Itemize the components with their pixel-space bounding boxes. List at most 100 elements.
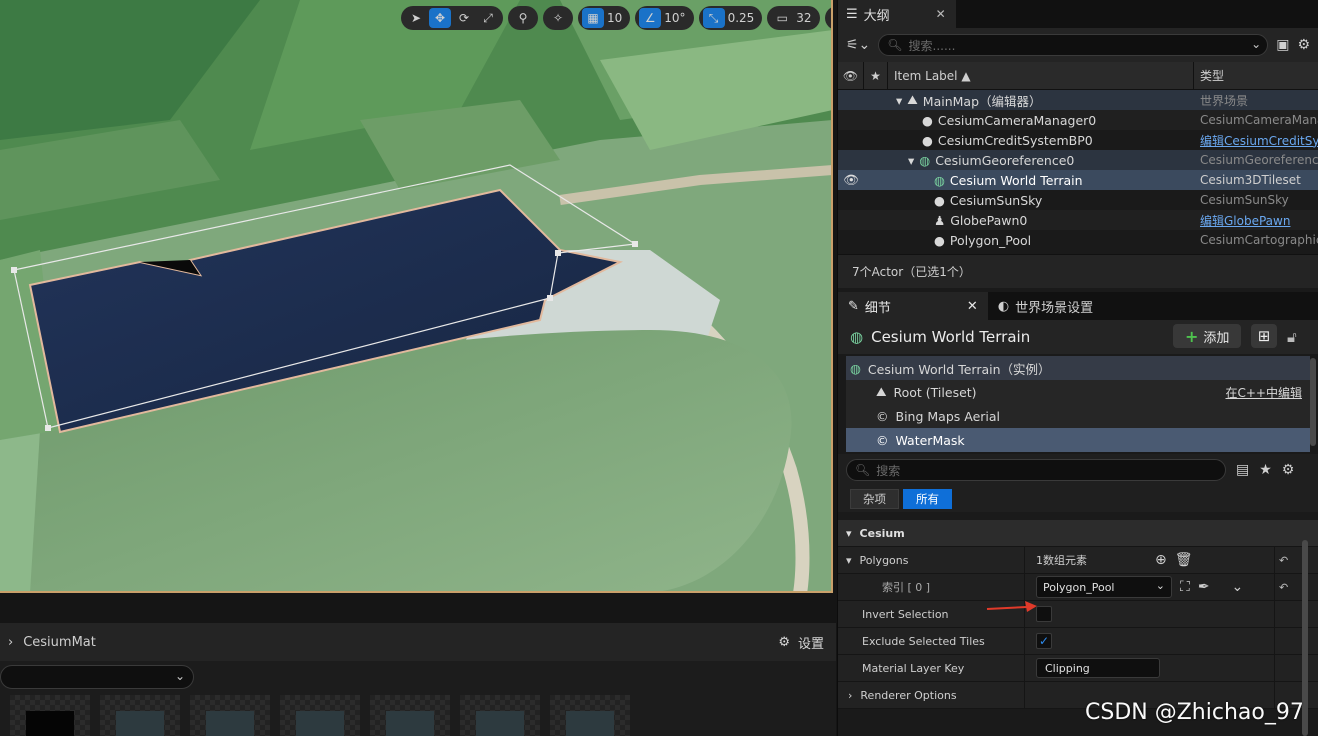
asset-thumbnail[interactable] [280, 695, 360, 736]
search-icon: 🔍︎ [855, 463, 871, 477]
asset-thumbnail[interactable] [550, 695, 630, 736]
blueprint-button[interactable]: ⊞ [1251, 324, 1277, 348]
property-label: Material Layer Key [862, 661, 965, 675]
component-row[interactable]: © Bing Maps Aerial [846, 404, 1310, 428]
row-label: Cesium World Terrain [949, 172, 1083, 188]
expand-arrow-icon[interactable]: › [848, 689, 852, 702]
outliner-search-row: ⚟⌄ 🔍︎ 搜索...... ⌄ ▣ ⚙ [838, 28, 1318, 62]
col-type[interactable]: 类型 [1194, 67, 1224, 84]
level-viewport[interactable]: ➤ ✥ ⟳ ⤢ ⚲ ✧ ▦ 10 ∠ 10° ⤡ 0.25 ▭ 32 ⊞ [0, 0, 833, 593]
row-label: CesiumCreditSystemBP0 [937, 132, 1093, 148]
asset-thumbnail[interactable] [10, 695, 90, 736]
outliner-row[interactable]: ♟ GlobePawn0 编辑GlobePawn [838, 210, 1318, 230]
search-icon: 🔍︎ [887, 38, 903, 52]
details-title: Cesium World Terrain [871, 328, 1031, 346]
trash-icon[interactable]: 🗑︎ [1175, 552, 1193, 568]
star-icon[interactable]: ★ [1259, 462, 1272, 478]
polygon-actor-combo[interactable]: Polygon_Pool ⌄ [1036, 576, 1172, 598]
component-row[interactable]: ◍ Cesium World Terrain（实例） [846, 356, 1310, 380]
search-placeholder: 搜索 [876, 463, 901, 478]
move-tool-icon[interactable]: ✥ [429, 8, 451, 28]
table-view-icon[interactable]: ▤ [1236, 462, 1249, 478]
material-layer-key-field[interactable]: Clipping [1036, 658, 1160, 678]
blueprint-icon: ⊞ [1257, 327, 1271, 345]
filter-dropdown[interactable]: ⌄ [0, 665, 194, 689]
asset-thumbnail[interactable] [190, 695, 270, 736]
settings-button[interactable]: ⚙ 设置 [778, 623, 824, 661]
scale-snap-icon[interactable]: ⤡ [702, 8, 725, 28]
row-type-link[interactable]: 编辑CesiumCreditSy [1200, 132, 1318, 149]
camera-icon[interactable]: ▭ [771, 8, 793, 28]
surface-snap-icon[interactable]: ✧ [547, 8, 569, 28]
outliner-row[interactable]: ● Polygon_Pool CesiumCartographic [838, 230, 1318, 250]
gear-icon[interactable]: ⚙ [1297, 37, 1310, 53]
eye-icon[interactable]: 👁︎ [838, 172, 864, 188]
tab-outliner[interactable]: ☰ 大纲 ✕ [838, 0, 956, 28]
globe-icon: ◍ [850, 328, 864, 346]
filter-icon[interactable]: ⚟⌄ [846, 37, 870, 53]
tab-world-settings[interactable]: ◐ 世界场景设置 [988, 292, 1103, 320]
select-tool-icon[interactable]: ➤ [405, 8, 427, 28]
reset-icon[interactable]: ↶ [1279, 554, 1288, 567]
asset-thumbnail[interactable] [370, 695, 450, 736]
star-icon[interactable]: ★ [864, 61, 888, 90]
outliner-row[interactable]: ● CesiumCameraManager0 CesiumCameraMana [838, 110, 1318, 130]
asset-thumbnail[interactable] [460, 695, 540, 736]
collapse-arrow-icon[interactable]: ▾ [846, 554, 852, 567]
close-icon[interactable]: ✕ [967, 299, 978, 314]
outliner-row[interactable]: ● CesiumCreditSystemBP0 编辑CesiumCreditSy [838, 130, 1318, 150]
filter-all-button[interactable]: 所有 [903, 489, 952, 509]
collapse-arrow-icon[interactable]: ▾ [846, 527, 852, 540]
asset-thumbnail[interactable] [100, 695, 180, 736]
component-row[interactable]: ⛰ Root (Tileset) 在C++中编辑 [846, 380, 1310, 404]
details-search-input[interactable]: 🔍︎ 搜索 [846, 459, 1226, 481]
browse-icon[interactable]: ⛶ [1180, 579, 1190, 595]
settings-label: 设置 [797, 636, 824, 652]
lock-icon[interactable]: 🔓︎ [1287, 328, 1297, 346]
exclude-tiles-checkbox[interactable]: ✓ [1036, 633, 1052, 649]
scale-snap-value[interactable]: 0.25 [727, 11, 759, 25]
camera-speed-value[interactable]: 32 [795, 11, 815, 25]
row-type: CesiumGeoreference [1200, 153, 1318, 167]
angle-snap-icon[interactable]: ∠ [639, 8, 662, 28]
filter-misc-button[interactable]: 杂项 [850, 489, 899, 509]
breadcrumb-folder[interactable]: CesiumMat [23, 635, 96, 650]
edit-in-cpp-link[interactable]: 在C++中编辑 [1226, 384, 1303, 401]
viewport-layout-icon[interactable]: ⊞ [829, 8, 831, 28]
tab-details[interactable]: ✎ 细节 ✕ [838, 292, 988, 320]
camera-speed: ▭ 32 [767, 6, 820, 30]
row-type-link[interactable]: 编辑GlobePawn [1200, 212, 1318, 229]
chevron-down-icon[interactable]: ⌄ [1251, 37, 1261, 51]
expand-arrow-icon[interactable]: ▾ [908, 153, 914, 168]
component-row-selected[interactable]: © WaterMask [846, 428, 1310, 452]
col-item-label[interactable]: Item Label ▲ [888, 61, 1194, 90]
chevron-right-icon[interactable]: › [8, 635, 13, 650]
chevron-down-icon[interactable]: ⌄ [1232, 579, 1244, 595]
outliner-row-selected[interactable]: 👁︎ ◍ Cesium World Terrain Cesium3DTileset [838, 170, 1318, 190]
expand-arrow-icon[interactable]: ▾ [896, 93, 902, 108]
grid-snap: ▦ 10 [578, 6, 631, 30]
outliner-row[interactable]: ▾ ◍ CesiumGeoreference0 CesiumGeoreference [838, 150, 1318, 170]
scale-tool-icon[interactable]: ⤢ [477, 8, 499, 28]
row-label: CesiumGeoreference0 [935, 152, 1075, 168]
gear-icon[interactable]: ⚙ [1282, 462, 1295, 478]
scrollbar[interactable] [1310, 358, 1316, 446]
grid-snap-icon[interactable]: ▦ [582, 8, 604, 28]
grid-snap-value[interactable]: 10 [606, 11, 626, 25]
rotate-tool-icon[interactable]: ⟳ [453, 8, 475, 28]
rotation-snap-value[interactable]: 10° [663, 11, 689, 25]
eyedropper-icon[interactable]: ✒ [1198, 579, 1210, 595]
outliner-row[interactable]: ▾ ⛰ MainMap（编辑器） 世界场景 [838, 90, 1318, 110]
eye-icon[interactable]: 👁︎ [838, 61, 864, 90]
globe-icon: ◍ [919, 152, 931, 168]
world-space-icon[interactable]: ⚲ [512, 8, 534, 28]
pawn-icon: ♟ [934, 212, 946, 228]
outliner-search-input[interactable]: 🔍︎ 搜索...... ⌄ [878, 34, 1269, 56]
outliner-row[interactable]: ● CesiumSunSky CesiumSunSky [838, 190, 1318, 210]
add-component-button[interactable]: + 添加 [1173, 324, 1242, 348]
reset-icon[interactable]: ↶ [1279, 581, 1288, 594]
new-folder-icon[interactable]: ▣ [1276, 37, 1289, 53]
add-element-icon[interactable]: ⊕ [1155, 552, 1167, 568]
close-icon[interactable]: ✕ [936, 7, 946, 21]
category-cesium[interactable]: ▾ Cesium [838, 520, 1318, 547]
